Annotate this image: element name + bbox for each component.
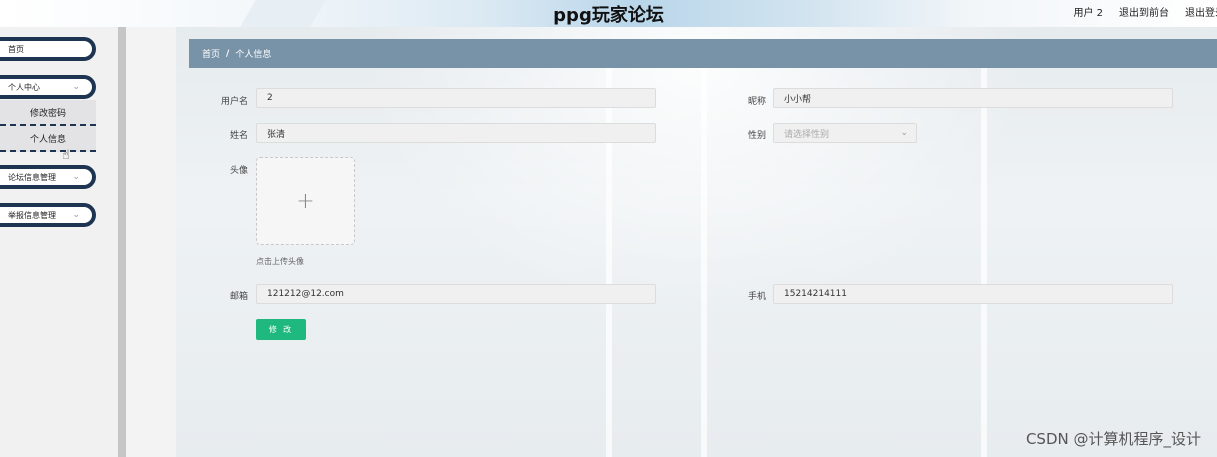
sidebar-item-report-manage[interactable]: 举报信息管理 ⌄ — [0, 203, 96, 227]
chevron-down-icon: ⌄ — [900, 128, 908, 138]
sidebar-item-forum-manage[interactable]: 论坛信息管理 ⌄ — [0, 165, 96, 189]
username-field[interactable]: 2 — [256, 88, 656, 108]
nickname-label: 昵称 — [747, 97, 766, 107]
username-value: 2 — [267, 93, 273, 103]
submenu-item-label: 个人信息 — [29, 134, 66, 145]
sidebar-item-label: 首页 — [8, 44, 24, 54]
main-content: 首页 / 个人信息 用户名 2 昵称 小小帮 姓名 张清 性别 请选择性别 ⌄ … — [176, 27, 1217, 457]
username-label: 用户名 — [220, 97, 248, 107]
submit-button[interactable]: 修 改 — [256, 319, 306, 340]
watermark: CSDN @计算机程序_设计 — [1025, 430, 1201, 448]
gender-select[interactable]: 请选择性别 ⌄ — [773, 123, 917, 143]
breadcrumb: 首页 / 个人信息 — [189, 39, 1217, 68]
sidebar-gap — [126, 27, 176, 457]
nickname-value: 小小帮 — [784, 94, 812, 105]
name-label: 姓名 — [229, 131, 248, 141]
chevron-down-icon: ⌄ — [72, 82, 80, 92]
upload-hint: 点击上传头像 — [256, 257, 304, 266]
plus-icon: + — [296, 188, 315, 214]
phone-value: 15214214111 — [784, 289, 847, 299]
chevron-down-icon: ⌄ — [72, 172, 80, 182]
sidebar-item-home[interactable]: 首页 — [0, 37, 96, 61]
email-value: 121212@12.com — [267, 289, 344, 299]
logout-link[interactable]: 退出登录 — [1185, 4, 1217, 19]
gender-label: 性别 — [747, 131, 766, 141]
phone-label: 手机 — [747, 292, 766, 302]
chevron-down-icon: ⌄ — [72, 210, 80, 220]
back-to-front-link[interactable]: 退出到前台 — [1119, 4, 1169, 19]
avatar-label: 头像 — [229, 166, 248, 176]
breadcrumb-current: 个人信息 — [235, 50, 272, 60]
phone-field[interactable]: 15214214111 — [773, 284, 1173, 304]
hand-cursor-icon: ☝ — [62, 148, 70, 163]
sidebar: 首页 个人中心 ⌄ 修改密码 个人信息 论坛信息管理 ⌄ 举报信息管理 ⌄ — [0, 27, 118, 457]
sidebar-item-personal-center[interactable]: 个人中心 ⌄ — [0, 75, 96, 99]
breadcrumb-home[interactable]: 首页 — [202, 47, 220, 60]
top-header: ppg玩家论坛 用户 2 退出到前台 退出登录 — [0, 0, 1217, 27]
name-field[interactable]: 张清 — [256, 123, 656, 143]
submenu-item-personal-info[interactable]: 个人信息 — [0, 126, 96, 152]
submenu-item-label: 修改密码 — [29, 108, 66, 119]
site-title: ppg玩家论坛 — [553, 5, 664, 26]
submenu-item-change-password[interactable]: 修改密码 — [0, 100, 96, 126]
background-decoration — [701, 67, 707, 457]
name-value: 张清 — [267, 129, 286, 140]
email-label: 邮箱 — [229, 292, 248, 302]
sidebar-item-label: 论坛信息管理 — [8, 172, 56, 182]
email-field[interactable]: 121212@12.com — [256, 284, 656, 304]
current-user[interactable]: 用户 2 — [1073, 4, 1103, 19]
sidebar-divider — [118, 27, 126, 457]
background-decoration — [981, 67, 987, 457]
avatar-uploader[interactable]: + — [256, 157, 355, 245]
breadcrumb-separator: / — [226, 48, 230, 59]
sidebar-item-label: 个人中心 — [8, 82, 40, 92]
header-actions: 用户 2 退出到前台 退出登录 — [1073, 4, 1217, 19]
sidebar-item-label: 举报信息管理 — [8, 210, 56, 220]
gender-placeholder: 请选择性别 — [784, 129, 830, 140]
nickname-field[interactable]: 小小帮 — [773, 88, 1173, 108]
